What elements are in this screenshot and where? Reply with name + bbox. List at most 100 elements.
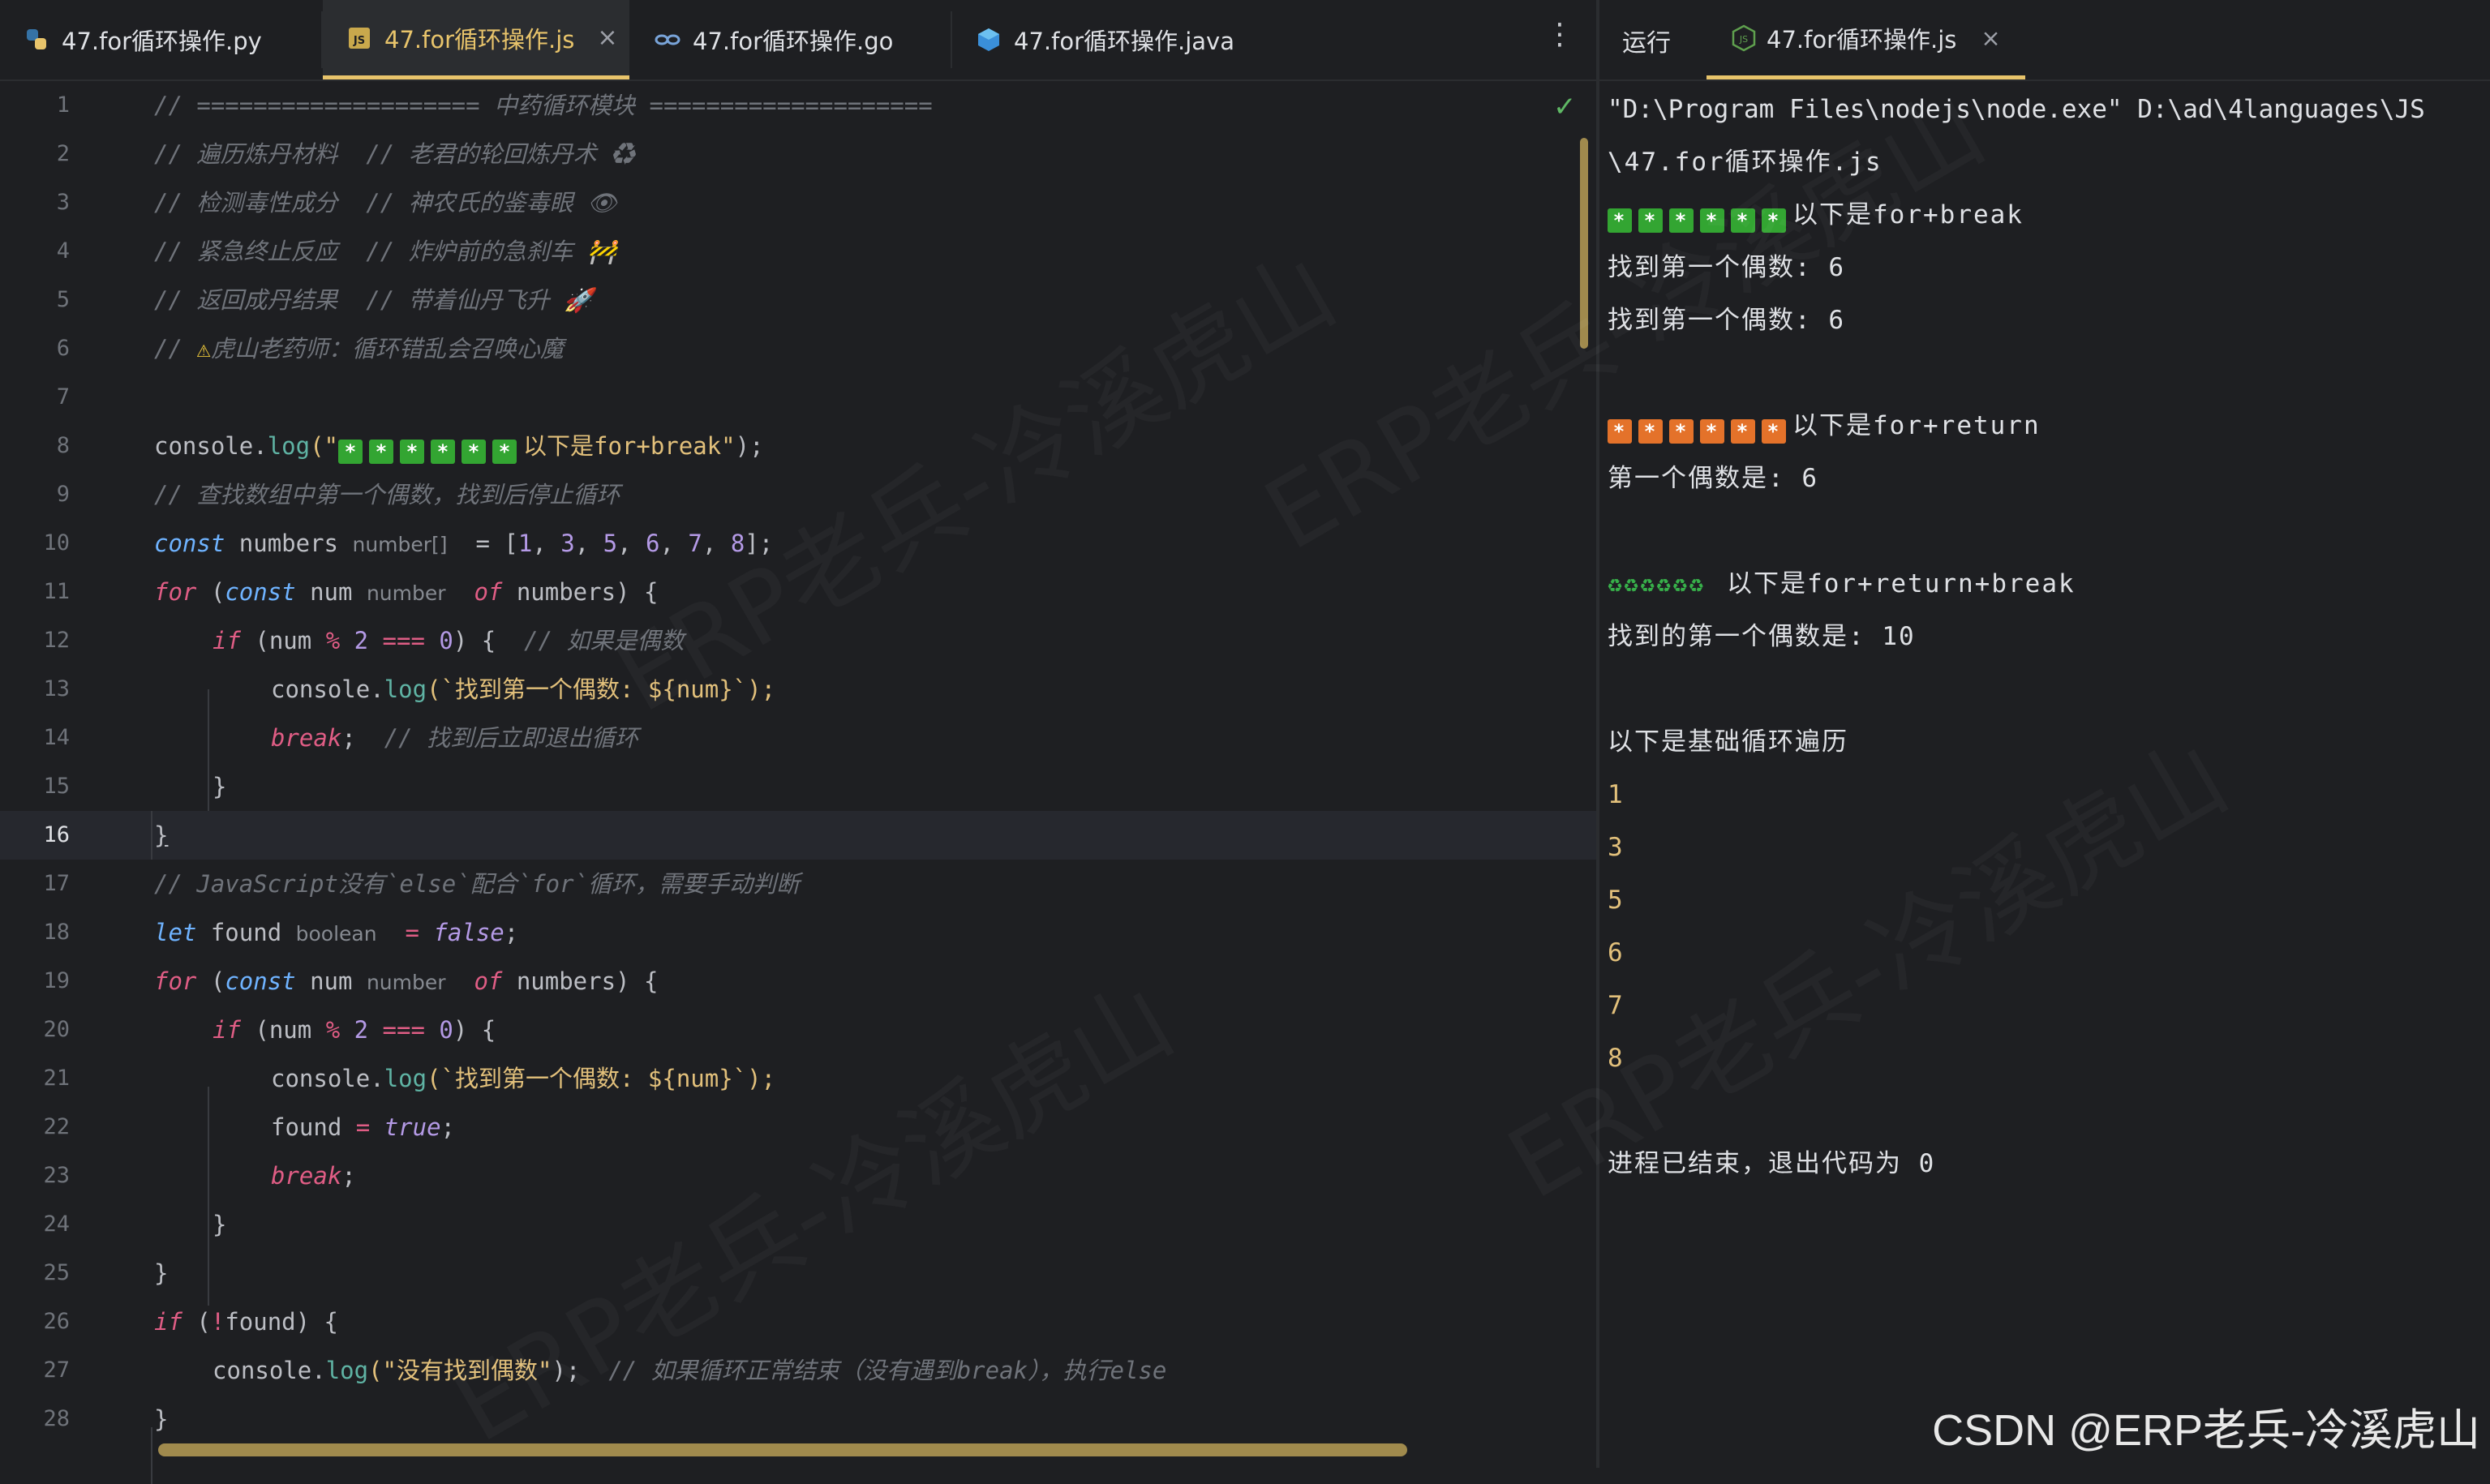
go-icon xyxy=(654,26,681,54)
console-line: * * * * * * 以下是for+break xyxy=(1608,191,2024,239)
horizontal-scrollbar[interactable] xyxy=(158,1443,1407,1456)
code-line-1: // ==================== 中药循环模块 =========… xyxy=(154,92,933,119)
line-number: 23 xyxy=(43,1163,70,1188)
type-hint: boolean xyxy=(295,922,377,946)
line-number: 22 xyxy=(43,1114,70,1139)
code-editor[interactable]: 47.for循环操作.py JS 47.for循环操作.js × 47.for循… xyxy=(0,0,1596,1484)
line-number: 27 xyxy=(43,1357,70,1383)
close-icon[interactable]: × xyxy=(597,24,617,52)
svg-text:JS: JS xyxy=(353,35,365,47)
console-command: "D:\Program Files\nodejs\node.exe" D:\ad… xyxy=(1608,95,2425,124)
code-line-17: // JavaScript没有`else`配合`for`循环，需要手动判断 xyxy=(154,870,801,898)
code-line-15: } xyxy=(213,773,227,800)
code-line-25: } xyxy=(154,1259,169,1287)
code-line-2: // 遍历炼丹材料 // 老君的轮回炼丹术 ♻ xyxy=(154,140,635,168)
console-line: 以下是基础循环遍历 xyxy=(1608,727,1848,757)
editor-tab-bar: 47.for循环操作.py JS 47.for循环操作.js × 47.for循… xyxy=(0,0,1596,81)
tab-label: 47.for循环操作.js xyxy=(384,25,575,54)
line-number: 4 xyxy=(56,238,70,264)
tab-java-file[interactable]: 47.for循环操作.java xyxy=(952,0,1406,79)
run-label[interactable]: 运行 xyxy=(1622,23,1671,58)
console-scrollbar[interactable] xyxy=(1580,138,1588,349)
line-number: 26 xyxy=(43,1309,70,1334)
more-tabs-icon[interactable]: ⋮ xyxy=(1545,18,1574,51)
inspection-ok-icon[interactable]: ✓ xyxy=(1553,91,1577,123)
line-number: 1 xyxy=(56,92,70,118)
run-tab-label: 47.for循环操作.js xyxy=(1767,25,1957,54)
tab-go-file[interactable]: 47.for循环操作.go xyxy=(631,0,949,79)
tab-js-file[interactable]: JS 47.for循环操作.js × xyxy=(323,0,629,79)
js-icon: JS xyxy=(346,24,373,52)
nodejs-icon: JS xyxy=(1731,24,1757,52)
line-number: 15 xyxy=(43,774,70,799)
line-number: 28 xyxy=(43,1406,70,1431)
line-number: 19 xyxy=(43,968,70,993)
code-line-11: for (const num number of numbers) { xyxy=(154,578,659,606)
code-line-27: console.log("没有找到偶数"); // 如果循环正常结束（没有遇到b… xyxy=(213,1357,1167,1384)
tab-run-config[interactable]: JS 47.for循环操作.js × xyxy=(1707,0,2025,79)
code-line-4: // 紧急终止反应 // 炸炉前的急刹车 🚧 xyxy=(154,238,617,265)
line-number: 2 xyxy=(56,141,70,166)
line-number: 10 xyxy=(43,530,70,555)
code-line-3: // 检测毒性成分 // 神农氏的鉴毒眼 👁 xyxy=(154,189,617,217)
code-line-9: // 查找数组中第一个偶数，找到后停止循环 xyxy=(154,481,620,508)
indent-guide xyxy=(208,1087,209,1306)
line-number: 7 xyxy=(56,384,70,410)
current-line-number: 16 xyxy=(43,822,70,847)
line-number: 12 xyxy=(43,628,70,653)
indent-guide xyxy=(151,811,152,860)
line-number: 6 xyxy=(56,336,70,361)
line-number: 14 xyxy=(43,725,70,750)
line-number: 3 xyxy=(56,190,70,215)
line-number: 8 xyxy=(56,433,70,458)
code-area[interactable]: // ==================== 中药循环模块 =========… xyxy=(0,81,1596,1484)
line-number: 17 xyxy=(43,871,70,896)
code-line-22: found = true; xyxy=(271,1113,456,1141)
console-line: 找到第一个偶数: 6 xyxy=(1608,253,1845,282)
run-tool-window: 运行 JS 47.for循环操作.js × "D:\Program Files\… xyxy=(1580,0,2490,1468)
code-line-18: let found boolean = false; xyxy=(154,919,519,946)
type-hint: number xyxy=(366,581,446,605)
console-number: 8 xyxy=(1608,1044,1625,1073)
code-line-13: console.log(`找到第一个偶数: ${num}`); xyxy=(271,676,776,703)
code-line-6: // ⚠虎山老药师：循环错乱会召唤心魔 xyxy=(154,335,564,362)
line-number-gutter: 1 2 3 4 5 6 7 8 9 10 11 12 13 14 15 16 1… xyxy=(0,81,105,1468)
java-icon xyxy=(975,26,1002,54)
line-number: 11 xyxy=(43,579,70,604)
console-command-cont: \47.for循环操作.js xyxy=(1608,148,1883,177)
code-line-24: } xyxy=(213,1211,227,1238)
line-number: 21 xyxy=(43,1066,70,1091)
line-number: 5 xyxy=(56,287,70,312)
code-line-12: if (num % 2 === 0) { // 如果是偶数 xyxy=(213,627,685,654)
code-line-14: break; // 找到后立即退出循环 xyxy=(271,724,639,752)
code-line-26: if (!found) { xyxy=(154,1308,338,1336)
code-line-28: } xyxy=(154,1405,169,1433)
tab-python-file[interactable]: 47.for循环操作.py xyxy=(0,0,321,79)
line-number: 18 xyxy=(43,920,70,945)
line-number: 13 xyxy=(43,676,70,701)
line-number: 20 xyxy=(43,1017,70,1042)
console-number: 5 xyxy=(1608,886,1625,915)
code-line-19: for (const num number of numbers) { xyxy=(154,967,659,995)
console-line: 第一个偶数是: 6 xyxy=(1608,464,1818,493)
console-line: ♻♻♻♻♻♻ 以下是for+return+break xyxy=(1608,569,2076,598)
line-number: 25 xyxy=(43,1260,70,1285)
type-hint: number[] xyxy=(352,533,448,556)
code-line-10: const numbers number[] = [1, 3, 5, 6, 7,… xyxy=(154,530,774,557)
warning-icon: ⚠ xyxy=(196,335,211,362)
console-line: 找到的第一个偶数是: 10 xyxy=(1608,622,1916,651)
indent-guide xyxy=(151,1427,152,1484)
line-number: 9 xyxy=(56,482,70,507)
console-number: 6 xyxy=(1608,938,1625,967)
tab-label: 47.for循环操作.java xyxy=(1014,28,1234,55)
code-line-20: if (num % 2 === 0) { xyxy=(213,1016,496,1044)
console-line: 找到第一个偶数: 6 xyxy=(1608,306,1845,335)
code-line-16: } xyxy=(154,821,169,849)
line-number: 24 xyxy=(43,1212,70,1237)
current-line-highlight xyxy=(0,811,1596,860)
tab-label: 47.for循环操作.py xyxy=(62,28,262,55)
close-icon[interactable]: × xyxy=(1981,24,2000,52)
code-line-5: // 返回成丹结果 // 带着仙丹飞升 🚀 xyxy=(154,286,594,314)
code-line-8: console.log(" * * * * * * 以下是for+break"); xyxy=(154,432,764,464)
type-hint: number xyxy=(366,971,446,994)
